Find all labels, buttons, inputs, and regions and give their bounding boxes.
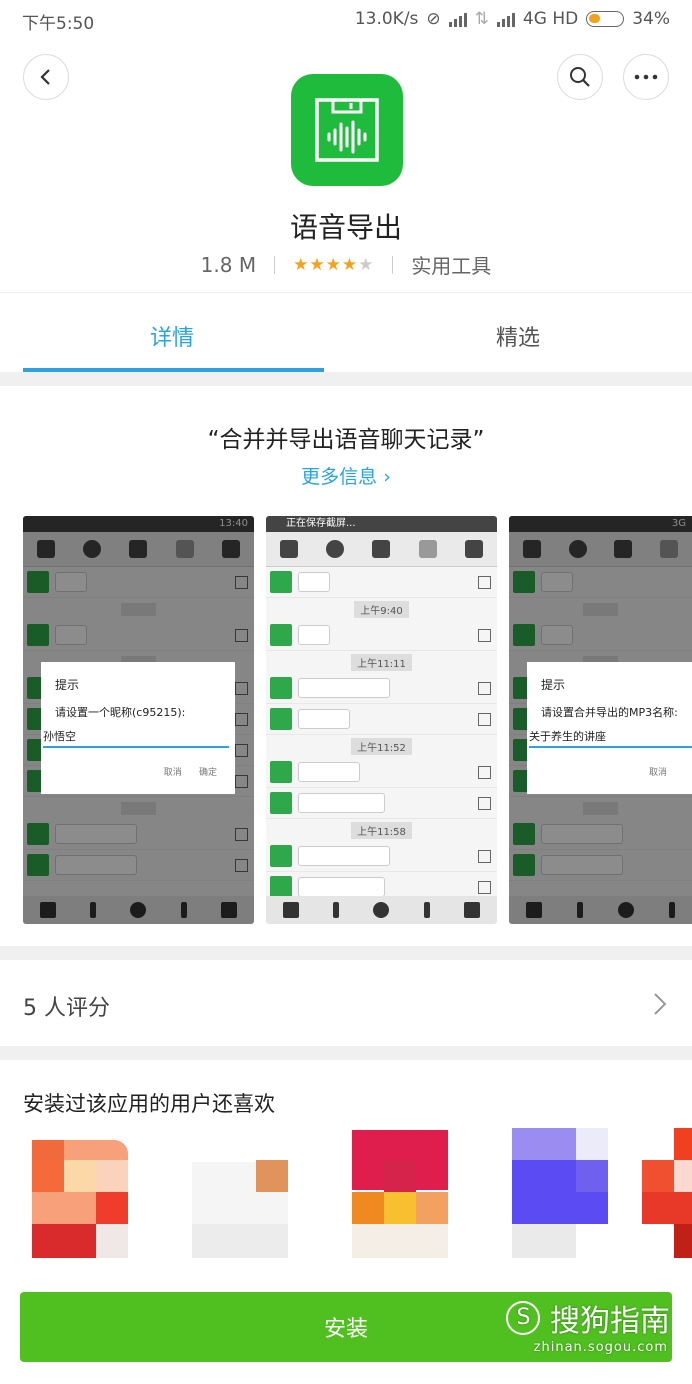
app-meta: 1.8 M ★★★★★ 实用工具 <box>0 250 692 279</box>
screenshot-status-bar: 正在保存截屏... <box>266 516 497 532</box>
star-empty-icon: ★ <box>358 254 375 275</box>
signal-icon-2 <box>496 11 515 27</box>
screenshot-dialog: 提示 请设置合并导出的MP3名称: 关于养生的讲座 取消 <box>527 662 692 794</box>
net-speed: 13.0K/s <box>354 9 419 29</box>
app-size: 1.8 M <box>200 252 257 277</box>
screenshot-1[interactable]: 13:40 提示 请设置一个昵称(c95215): 孙悟空 取消 确定 <box>23 516 254 924</box>
description-headline: “合并并导出语音聊天记录” <box>207 427 485 453</box>
app-icon <box>291 74 403 186</box>
section-gap <box>0 372 692 386</box>
search-icon <box>570 67 590 87</box>
chevron-left-icon <box>40 69 50 85</box>
more-button[interactable] <box>623 54 669 100</box>
mute-icon: ⊘ <box>426 9 441 29</box>
recommendations-title: 安装过该应用的用户还喜欢 <box>23 1092 275 1116</box>
section-gap <box>0 1046 692 1060</box>
status-bar: 下午5:50 13.0K/s ⊘ ⇅ 4G HD 34% <box>0 0 692 40</box>
recommended-app-5[interactable] <box>640 1128 692 1258</box>
screenshot-toolbar <box>266 532 497 567</box>
meta-divider <box>274 255 276 274</box>
recommended-app-3[interactable] <box>350 1128 450 1258</box>
meta-divider <box>392 255 394 274</box>
recommended-app-2[interactable] <box>190 1128 290 1258</box>
signal-icon <box>448 11 467 27</box>
install-label: 安装 <box>323 1317 368 1342</box>
star-icon: ★★★★ <box>293 254 359 275</box>
watermark-brand: 搜狗指南 <box>550 1304 670 1339</box>
more-info-link[interactable]: 更多信息 › <box>0 462 692 489</box>
star-rating: ★★★★★ <box>293 255 374 275</box>
floppy-waveform-icon <box>315 98 379 162</box>
search-button[interactable] <box>557 54 603 100</box>
recommended-app-4[interactable] <box>510 1128 610 1258</box>
watermark-url: zhinan.sogou.com <box>533 1340 668 1355</box>
rating-count: 5 人评分 <box>23 996 110 1021</box>
divider <box>0 292 692 293</box>
status-right: 13.0K/s ⊘ ⇅ 4G HD 34% <box>355 9 670 29</box>
screenshot-2[interactable]: 正在保存截屏... 上午9:40 上午11:11 上午11:52 上午11:58 <box>266 516 497 924</box>
screenshot-dialog: 提示 请设置一个昵称(c95215): 孙悟空 取消 确定 <box>41 662 235 794</box>
app-category: 实用工具 <box>411 254 492 278</box>
network-type: 4G HD <box>522 9 579 29</box>
recommended-app-1[interactable] <box>30 1128 130 1258</box>
tab-featured[interactable]: 精选 <box>496 320 540 352</box>
status-time: 下午5:50 <box>22 14 95 34</box>
data-transfer-icon: ⇅ <box>474 9 489 29</box>
sogou-icon: S <box>506 1301 541 1335</box>
battery-level: 34% <box>632 9 670 29</box>
chevron-right-icon <box>654 993 667 1015</box>
screenshot-3[interactable]: 3G 提示 请设置合并导出的MP3名称: 关于养生的讲座 取消 <box>509 516 692 924</box>
app-name: 语音导出 <box>289 211 402 244</box>
battery-icon <box>586 11 625 27</box>
watermark-logo: S 搜狗指南 <box>506 1296 670 1340</box>
tab-details[interactable]: 详情 <box>150 320 194 352</box>
back-button[interactable] <box>23 54 69 100</box>
more-dots-icon <box>634 74 658 80</box>
section-gap <box>0 946 692 960</box>
ratings-row[interactable]: 5 人评分 <box>0 960 692 1046</box>
